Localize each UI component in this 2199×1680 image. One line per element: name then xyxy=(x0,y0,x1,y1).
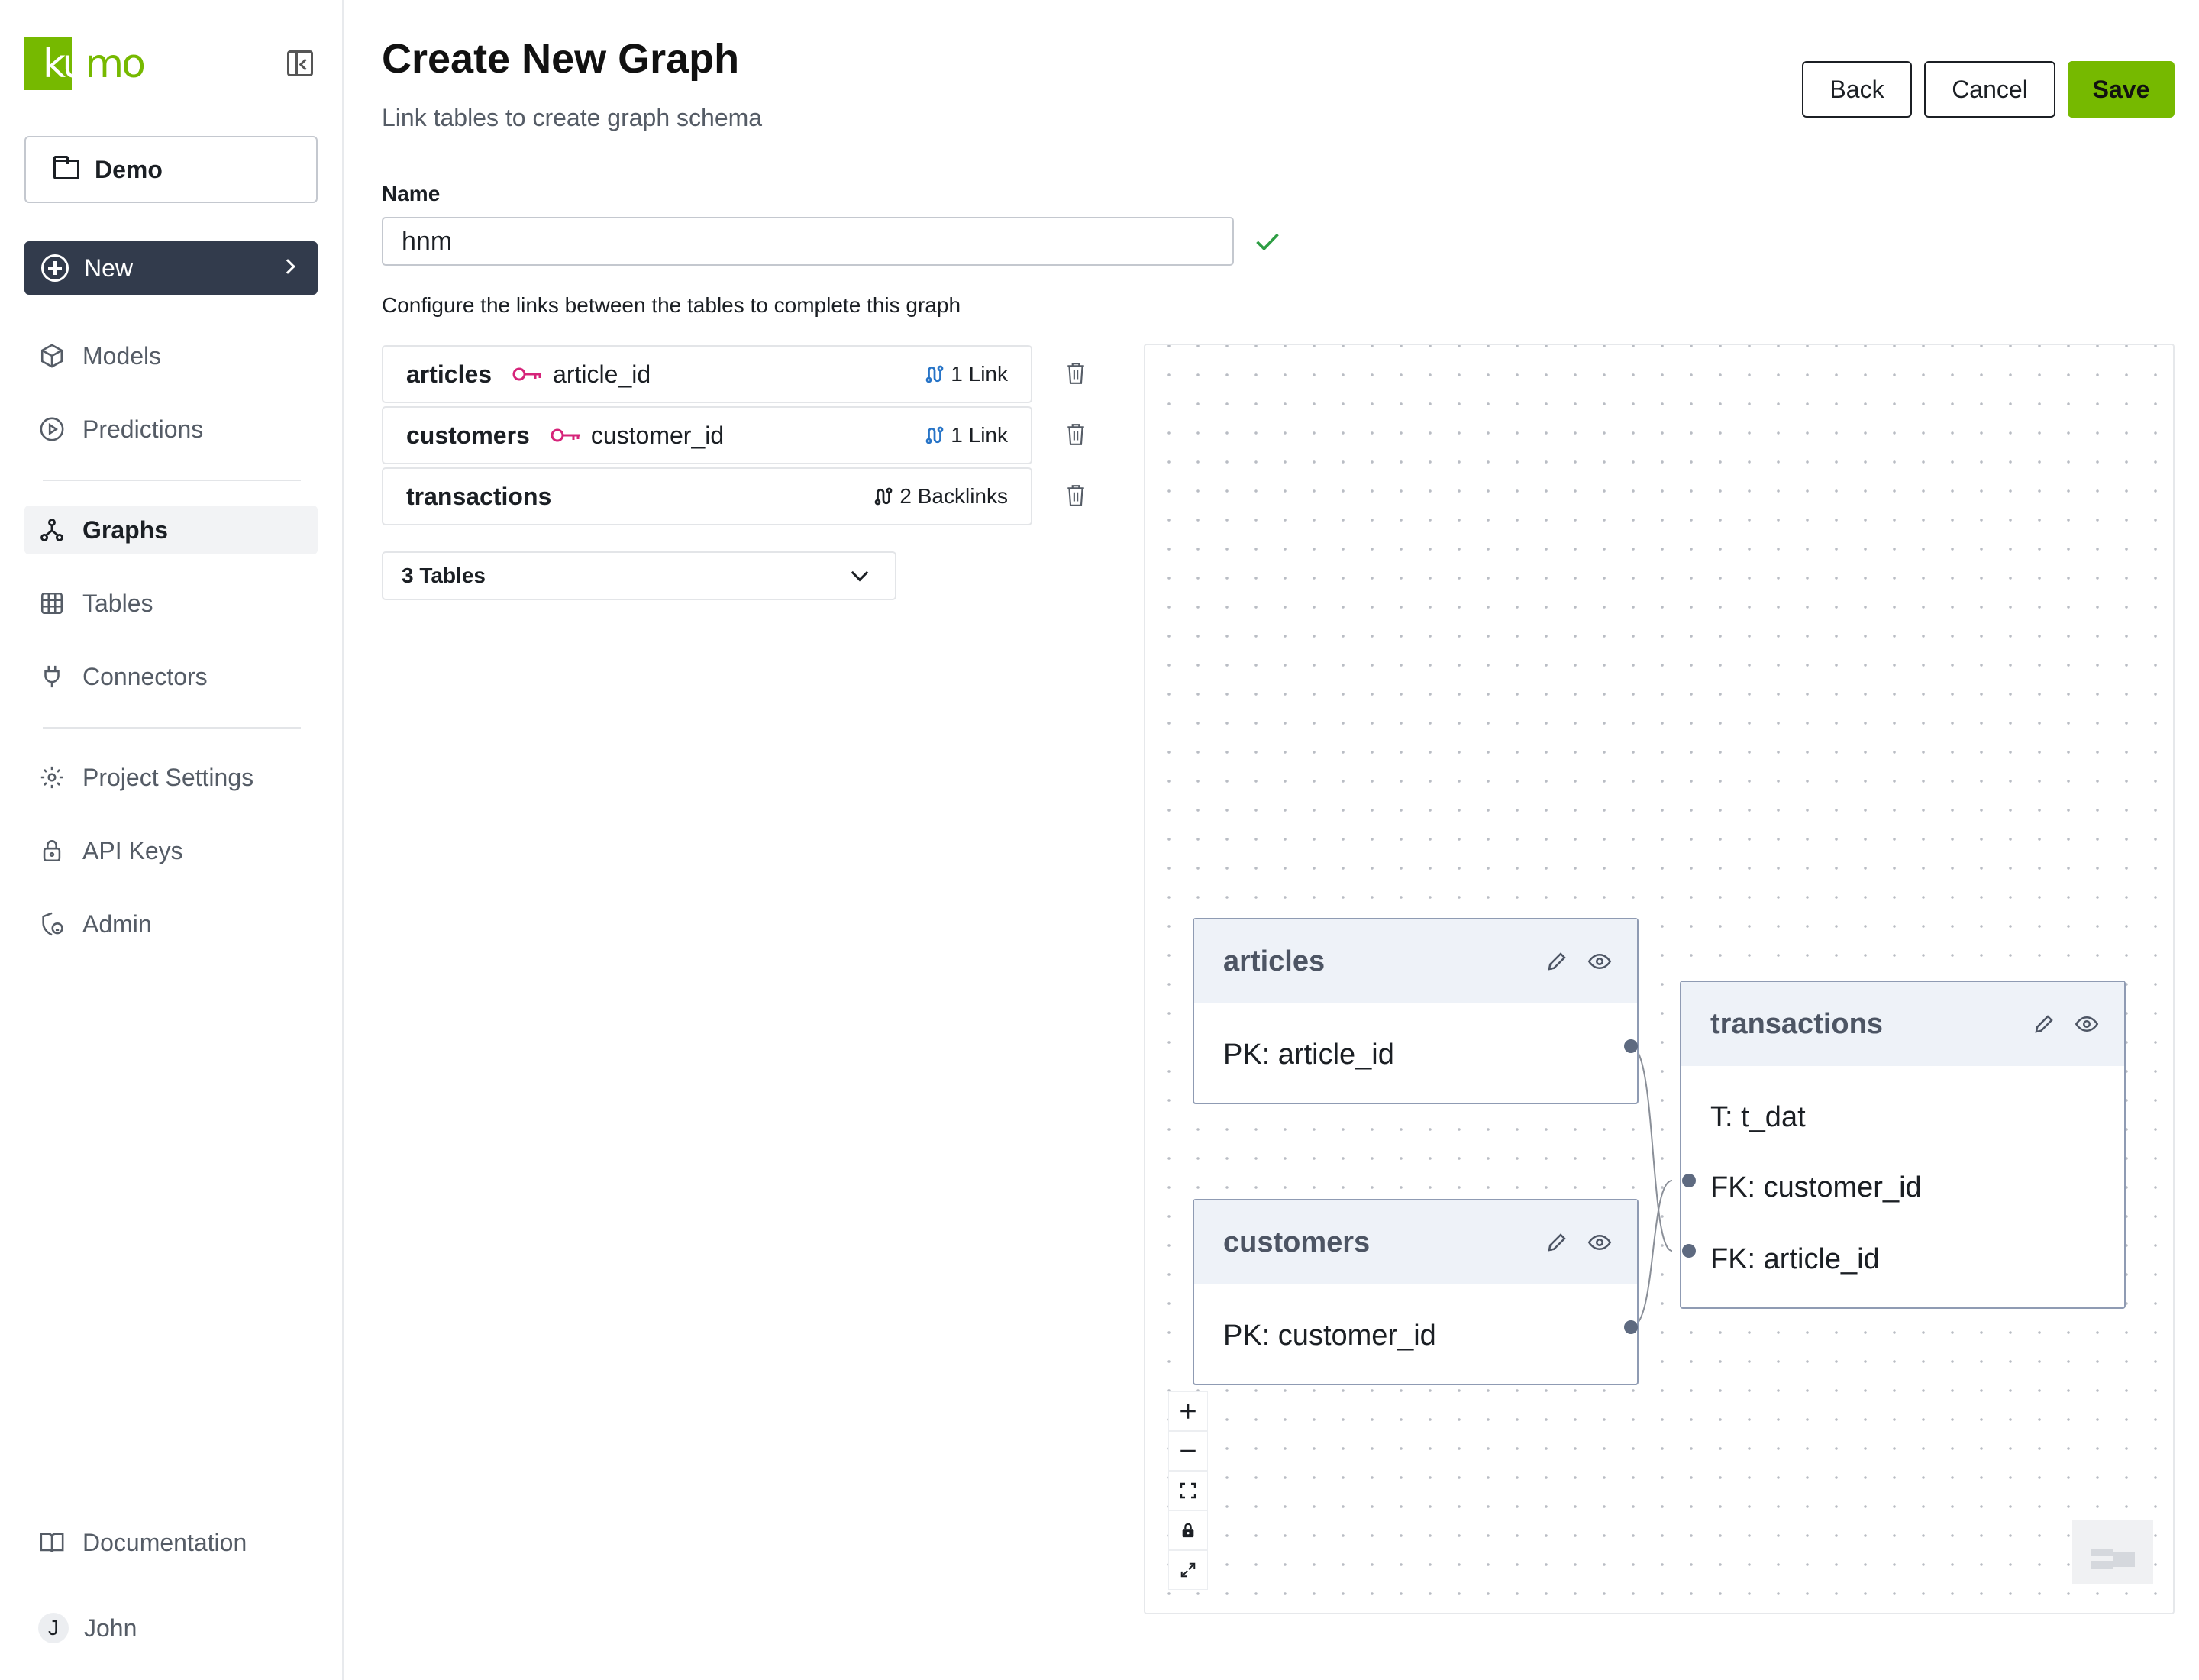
trash-icon[interactable] xyxy=(1066,423,1086,446)
eye-icon[interactable] xyxy=(1587,1231,1613,1254)
sidebar: kumo Demo New Models Predictions Graphs … xyxy=(0,0,344,1680)
sidebar-item-models[interactable]: Models xyxy=(24,331,318,380)
cancel-button[interactable]: Cancel xyxy=(1924,61,2055,118)
pencil-icon[interactable] xyxy=(1545,950,1568,973)
node-title: customers xyxy=(1223,1226,1371,1258)
key-icon xyxy=(512,367,542,381)
collapse-sidebar-icon[interactable] xyxy=(287,50,313,76)
node-title: transactions xyxy=(1710,1007,1883,1040)
new-button[interactable]: New xyxy=(24,241,318,295)
table-name: customers xyxy=(406,421,530,449)
expand-icon[interactable] xyxy=(1168,1550,1208,1590)
sidebar-item-label: Tables xyxy=(82,589,153,617)
link-count[interactable]: 1 Link xyxy=(923,347,1008,402)
sidebar-item-label: Graphs xyxy=(82,515,169,544)
node-field: PK: article_id xyxy=(1223,1039,1394,1071)
graph-node-articles[interactable]: articles PK: article_id xyxy=(1193,918,1639,1104)
gear-icon xyxy=(38,764,66,791)
play-circle-icon xyxy=(38,415,66,443)
user-name: John xyxy=(84,1614,137,1642)
sidebar-divider xyxy=(43,727,301,729)
sidebar-item-connectors[interactable]: Connectors xyxy=(24,652,318,701)
project-name: Demo xyxy=(95,155,163,183)
table-row-articles[interactable]: articles article_id 1 Link xyxy=(382,345,1032,403)
minimap[interactable] xyxy=(2072,1520,2153,1584)
table-name: transactions xyxy=(406,482,552,510)
primary-key: customer_id xyxy=(590,421,725,449)
graph-node-customers[interactable]: customers PK: customer_id xyxy=(1193,1199,1639,1385)
sidebar-divider xyxy=(43,480,301,481)
folder-icon xyxy=(53,156,79,179)
zoom-in-icon[interactable] xyxy=(1168,1391,1208,1431)
plug-icon xyxy=(38,663,66,690)
sidebar-item-label: API Keys xyxy=(82,836,183,864)
kumo-logo[interactable]: kumo xyxy=(24,37,146,90)
key-icon xyxy=(551,428,580,442)
name-input[interactable]: hnm xyxy=(382,217,1234,266)
trash-icon[interactable] xyxy=(1066,484,1086,507)
node-title: articles xyxy=(1223,945,1326,977)
backlink-icon xyxy=(875,487,893,506)
sidebar-item-label: Connectors xyxy=(82,662,208,690)
documentation-link[interactable]: Documentation xyxy=(24,1518,318,1567)
name-label: Name xyxy=(382,182,441,205)
back-button[interactable]: Back xyxy=(1802,61,1912,118)
sidebar-item-label: Models xyxy=(82,341,162,370)
avatar: J xyxy=(38,1613,69,1643)
sidebar-item-graphs[interactable]: Graphs xyxy=(24,506,318,554)
link-count[interactable]: 1 Link xyxy=(923,408,1008,463)
shield-user-icon xyxy=(38,910,66,938)
user-menu[interactable]: J John xyxy=(24,1604,318,1653)
table-row-transactions[interactable]: transactions 2 Backlinks xyxy=(382,467,1032,525)
save-button[interactable]: Save xyxy=(2068,61,2175,118)
table-name: articles xyxy=(406,360,492,388)
config-instructions: Configure the links between the tables t… xyxy=(382,293,961,317)
check-icon xyxy=(1256,233,1279,251)
plus-circle-icon xyxy=(41,254,69,282)
sidebar-item-label: Admin xyxy=(82,909,152,938)
primary-key: article_id xyxy=(553,360,651,388)
pencil-icon[interactable] xyxy=(2033,1013,2055,1035)
fit-view-icon[interactable] xyxy=(1168,1471,1208,1510)
node-field: FK: customer_id xyxy=(1710,1171,1922,1203)
sidebar-item-label: Predictions xyxy=(82,415,204,443)
zoom-out-icon[interactable] xyxy=(1168,1431,1208,1471)
new-label: New xyxy=(84,254,134,282)
pencil-icon[interactable] xyxy=(1545,1231,1568,1254)
node-field: PK: customer_id xyxy=(1223,1320,1436,1352)
lock-icon xyxy=(38,837,66,864)
page-subtitle: Link tables to create graph schema xyxy=(382,104,763,131)
link-icon xyxy=(925,365,944,383)
sidebar-item-admin[interactable]: Admin xyxy=(24,900,318,948)
eye-icon[interactable] xyxy=(1587,950,1613,973)
lock-icon[interactable] xyxy=(1168,1510,1208,1550)
chevron-down-icon xyxy=(851,564,869,582)
tables-dropdown[interactable]: 3 Tables xyxy=(382,551,896,600)
sidebar-item-tables[interactable]: Tables xyxy=(24,579,318,628)
trash-icon[interactable] xyxy=(1066,362,1086,385)
sidebar-item-api-keys[interactable]: API Keys xyxy=(24,826,318,875)
sidebar-item-project-settings[interactable]: Project Settings xyxy=(24,753,318,802)
link-icon xyxy=(925,426,944,444)
backlink-count[interactable]: 2 Backlinks xyxy=(872,469,1008,524)
graph-icon xyxy=(38,516,66,544)
node-field: T: t_dat xyxy=(1710,1101,1806,1133)
sidebar-item-label: Project Settings xyxy=(82,763,254,791)
chevron-right-icon xyxy=(280,259,295,274)
eye-icon[interactable] xyxy=(2074,1013,2100,1035)
graph-node-transactions[interactable]: transactions T: t_dat FK: customer_id FK… xyxy=(1680,981,2126,1309)
cube-icon xyxy=(38,342,66,370)
sidebar-item-predictions[interactable]: Predictions xyxy=(24,405,318,454)
node-field: FK: article_id xyxy=(1710,1243,1880,1275)
table-row-customers[interactable]: customers customer_id 1 Link xyxy=(382,406,1032,464)
documentation-label: Documentation xyxy=(82,1528,247,1556)
graph-canvas[interactable]: articles PK: article_id customers PK: cu… xyxy=(1144,344,2175,1614)
table-grid-icon xyxy=(38,590,66,617)
book-icon xyxy=(38,1529,66,1556)
page-title: Create New Graph xyxy=(382,36,740,82)
project-selector-button[interactable]: Demo xyxy=(24,136,318,203)
